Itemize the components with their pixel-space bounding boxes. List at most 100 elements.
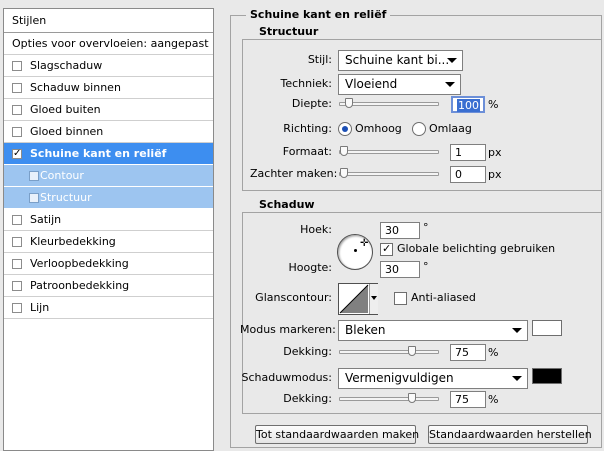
style-item-pattern-overlay[interactable]: Patroonbedekking <box>4 275 213 297</box>
direction-up-radio[interactable] <box>338 122 352 136</box>
shadow-mode-label: Schaduwmodus: <box>241 371 332 384</box>
highlight-opacity-input[interactable]: 75 <box>450 344 486 361</box>
highlight-mode-dropdown[interactable]: Bleken <box>338 320 528 341</box>
direction-down-label[interactable]: Omlaag <box>429 122 472 136</box>
shadow-opacity-slider-handle[interactable] <box>408 393 416 403</box>
blend-options-item[interactable]: Opties voor overvloeien: aangepast <box>4 33 213 55</box>
style-item-inner-shadow[interactable]: Schaduw binnen <box>4 77 213 99</box>
direction-label: Richting: <box>283 122 332 135</box>
style-subitem-contour[interactable]: Contour <box>4 165 213 187</box>
styles-header[interactable]: Stijlen <box>4 9 213 33</box>
style-item-gradient-overlay[interactable]: Verloopbedekking <box>4 253 213 275</box>
satin-checkbox[interactable] <box>12 215 22 225</box>
style-item-color-overlay[interactable]: Kleurbedekking <box>4 231 213 253</box>
shadow-color-swatch[interactable] <box>532 368 562 384</box>
highlight-opacity-label: Dekking: <box>283 345 332 358</box>
anti-aliased-label[interactable]: Anti-aliased <box>411 291 476 305</box>
depth-input-value: 100 <box>457 99 480 112</box>
highlight-opacity-slider[interactable] <box>339 346 439 356</box>
anti-aliased-checkbox[interactable] <box>394 292 407 305</box>
inner-shadow-checkbox[interactable] <box>12 83 22 93</box>
style-dropdown-value: Schuine kant bi... <box>345 53 450 67</box>
structure-title: Structuur <box>255 25 323 39</box>
depth-label: Diepte: <box>291 97 332 110</box>
style-item-inner-glow[interactable]: Gloed binnen <box>4 121 213 143</box>
bevel-emboss-checkbox[interactable]: ✓ <box>12 148 22 159</box>
highlight-opacity-slider-handle[interactable] <box>408 346 416 356</box>
style-item-label: Schuine kant en reliëf <box>30 147 167 160</box>
depth-slider[interactable] <box>339 98 439 108</box>
angle-label: Hoek: <box>300 223 332 236</box>
gloss-contour-picker[interactable] <box>338 283 378 315</box>
soften-input[interactable]: 0 <box>450 166 486 183</box>
style-item-label: Kleurbedekking <box>30 235 116 248</box>
outer-glow-checkbox[interactable] <box>12 105 22 115</box>
depth-slider-handle[interactable] <box>345 98 353 108</box>
style-item-label: Gloed binnen <box>30 125 104 138</box>
style-item-label: Satijn <box>30 213 62 226</box>
texture-checkbox[interactable] <box>29 193 39 203</box>
inner-glow-checkbox[interactable] <box>12 127 22 137</box>
style-item-label: Gloed buiten <box>30 103 101 116</box>
style-dropdown[interactable]: Schuine kant bi... <box>338 50 463 71</box>
technique-dropdown[interactable]: Vloeiend <box>338 74 461 95</box>
style-item-label: Lijn <box>30 301 50 314</box>
soften-label: Zachter maken: <box>250 167 338 180</box>
check-icon: ✓ <box>13 148 22 159</box>
altitude-input[interactable]: 30 <box>380 261 420 278</box>
chevron-down-icon <box>447 58 457 63</box>
pattern-overlay-checkbox[interactable] <box>12 281 22 291</box>
soften-slider-handle[interactable] <box>340 168 348 178</box>
angle-dial[interactable]: ✛ <box>337 234 373 270</box>
gloss-contour-preview-icon <box>339 284 369 314</box>
technique-label: Techniek: <box>280 77 332 90</box>
chevron-down-icon <box>512 328 522 333</box>
radio-selected-icon <box>342 126 348 132</box>
check-icon: ✓ <box>382 242 392 255</box>
gradient-overlay-checkbox[interactable] <box>12 259 22 269</box>
shadow-opacity-input[interactable]: 75 <box>450 391 486 408</box>
crosshair-icon: ✛ <box>360 238 369 249</box>
style-item-stroke[interactable]: Lijn <box>4 297 213 319</box>
shadow-mode-value: Vermenigvuldigen <box>345 371 454 385</box>
depth-input[interactable]: 100 <box>451 96 485 113</box>
soften-unit: px <box>488 168 502 181</box>
altitude-unit: ° <box>423 260 429 273</box>
angle-input[interactable]: 30 <box>380 222 420 239</box>
depth-unit: % <box>488 98 499 111</box>
make-default-button[interactable]: Tot standaardwaarden maken <box>255 425 419 444</box>
styles-list: Stijlen Opties voor overvloeien: aangepa… <box>3 8 214 451</box>
style-item-label: Patroonbedekking <box>30 279 130 292</box>
style-item-label: Slagschaduw <box>30 59 103 72</box>
style-subitem-texture[interactable]: Structuur <box>4 187 213 209</box>
chevron-down-icon <box>512 376 522 381</box>
style-item-label: Contour <box>40 169 84 182</box>
global-light-checkbox[interactable]: ✓ <box>380 242 393 256</box>
style-item-outer-glow[interactable]: Gloed buiten <box>4 99 213 121</box>
gloss-contour-dropdown-button[interactable] <box>369 284 378 314</box>
highlight-color-swatch[interactable] <box>532 320 562 336</box>
size-label: Formaat: <box>282 145 332 158</box>
shadow-opacity-unit: % <box>488 393 499 406</box>
chevron-down-icon <box>445 82 455 87</box>
stroke-checkbox[interactable] <box>12 303 22 313</box>
soften-slider[interactable] <box>339 168 439 178</box>
angle-dial-center-dot <box>354 249 357 252</box>
shadow-mode-dropdown[interactable]: Vermenigvuldigen <box>338 368 528 389</box>
drop-shadow-checkbox[interactable] <box>12 61 22 71</box>
contour-checkbox[interactable] <box>29 171 39 181</box>
size-slider-handle[interactable] <box>340 146 348 156</box>
direction-up-label[interactable]: Omhoog <box>355 122 402 136</box>
style-item-bevel-emboss[interactable]: ✓ Schuine kant en reliëf <box>4 143 213 165</box>
size-input[interactable]: 1 <box>450 144 486 161</box>
global-light-label[interactable]: Globale belichting gebruiken <box>397 242 555 256</box>
color-overlay-checkbox[interactable] <box>12 237 22 247</box>
reset-default-button[interactable]: Standaardwaarden herstellen <box>428 425 592 444</box>
direction-down-radio[interactable] <box>412 122 426 136</box>
style-item-drop-shadow[interactable]: Slagschaduw <box>4 55 213 77</box>
size-slider[interactable] <box>339 146 439 156</box>
altitude-label: Hoogte: <box>288 261 332 274</box>
shadow-opacity-label: Dekking: <box>283 392 332 405</box>
shadow-opacity-slider[interactable] <box>339 393 439 403</box>
style-item-satin[interactable]: Satijn <box>4 209 213 231</box>
